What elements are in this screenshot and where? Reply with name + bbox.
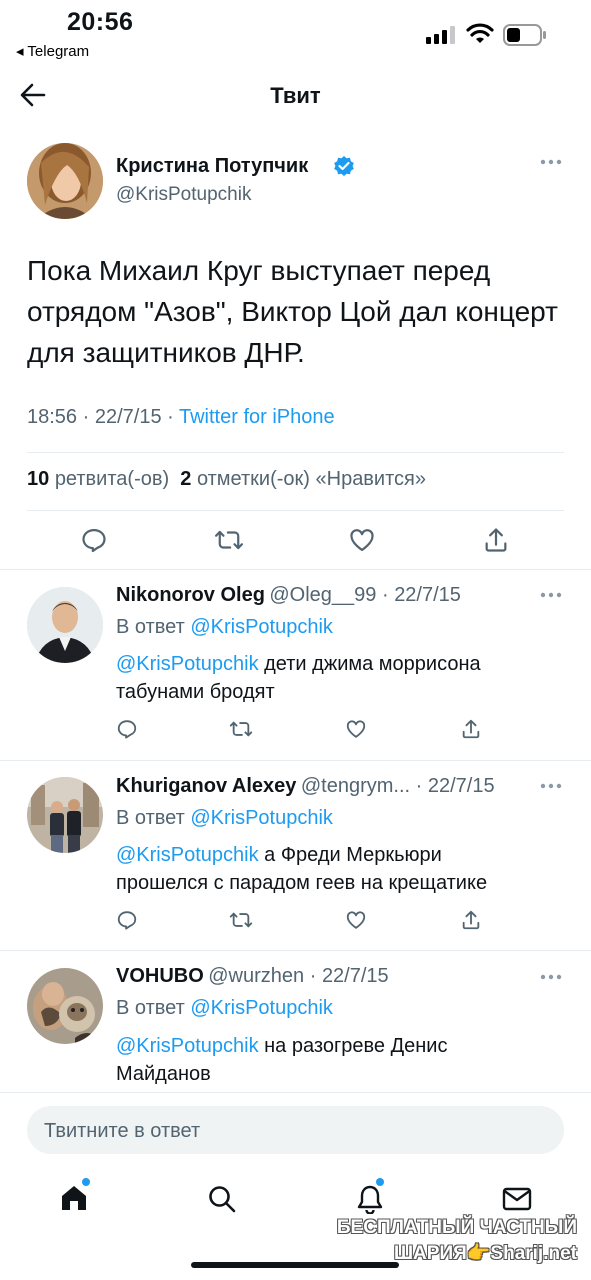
home-notification-dot — [82, 1178, 90, 1186]
reply-author-name[interactable]: VOHUBO — [116, 965, 204, 987]
reply-avatar[interactable] — [27, 587, 103, 663]
reply-author-handle[interactable]: @Oleg__99 — [269, 584, 376, 606]
author-avatar[interactable] — [27, 143, 103, 219]
reply-icon[interactable] — [80, 526, 108, 554]
divider — [0, 569, 591, 570]
likes-stat[interactable]: 2 отметки(-ок) «Нравится» — [180, 468, 426, 490]
watermark-logo: БЕСПЛАТНЫЙ ЧАСТНЫЙ ШАРИЯ👉Sharij.net — [337, 1215, 577, 1267]
retweet-icon[interactable] — [214, 526, 244, 554]
reply-icon[interactable] — [116, 909, 138, 931]
reply-avatar[interactable] — [27, 968, 103, 1044]
tweet-source[interactable]: Twitter for iPhone — [179, 406, 335, 428]
search-icon[interactable] — [207, 1184, 237, 1214]
reply-to-line: В ответ @KrisPotupchik — [116, 997, 333, 1020]
status-time: 20:56 — [67, 8, 134, 36]
reply-compose-placeholder: Твитните в ответ — [44, 1120, 201, 1142]
heart-icon[interactable] — [345, 718, 367, 740]
retweet-icon[interactable] — [229, 718, 253, 740]
more-dots-icon[interactable] — [540, 782, 562, 790]
reply-to-link[interactable]: @KrisPotupchik — [190, 807, 333, 829]
likes-label: отметки(-ок) «Нравится» — [196, 468, 426, 490]
reply-date: 22/7/15 — [321, 965, 389, 987]
more-dots-icon[interactable] — [540, 158, 562, 166]
reply-to-line: В ответ @KrisPotupchik — [116, 616, 333, 639]
retweet-icon[interactable] — [229, 909, 253, 931]
reply-date: 22/7/15 — [427, 775, 495, 797]
reply-header: Khuriganov Alexey @tengrym... · 22/7/15 — [116, 775, 495, 797]
reply-mention[interactable]: @KrisPotupchik — [116, 844, 259, 866]
battery-icon — [503, 24, 547, 46]
reply-date: 22/7/15 — [394, 584, 461, 606]
reply-header: Nikonorov Oleg @Oleg__99 · 22/7/15 — [116, 584, 461, 606]
watermark-line1: БЕСПЛАТНЫЙ ЧАСТНЫЙ — [336, 1217, 577, 1238]
tweet-text: Пока Михаил Круг выступает перед отрядом… — [27, 255, 558, 368]
reply-to-prefix: В ответ — [116, 997, 185, 1019]
reply-text: @KrisPotupchik а Фреди Меркьюри прошелся… — [116, 841, 536, 897]
home-icon[interactable] — [59, 1184, 89, 1212]
reply-mention[interactable]: @KrisPotupchik — [116, 1035, 259, 1057]
retweets-label: ретвита(-ов) — [54, 468, 170, 490]
reply-to-line: В ответ @KrisPotupchik — [116, 807, 333, 830]
bell-icon[interactable] — [356, 1184, 384, 1214]
reply-text: @KrisPotupchik на разогреве Денис Майдан… — [116, 1032, 496, 1088]
reply-to-link[interactable]: @KrisPotupchik — [190, 997, 333, 1019]
retweets-count: 10 — [27, 468, 50, 490]
tweet-date: 22/7/15 — [94, 406, 162, 428]
divider — [0, 950, 591, 951]
reply-avatar[interactable] — [27, 777, 103, 853]
share-icon[interactable] — [482, 526, 510, 554]
divider — [0, 760, 591, 761]
reply-author-name[interactable]: Khuriganov Alexey — [116, 775, 296, 797]
mail-icon[interactable] — [502, 1187, 532, 1211]
reply-header: VOHUBO @wurzhen · 22/7/15 — [116, 965, 389, 987]
reply-icon[interactable] — [116, 718, 138, 740]
tweet-stats: 10 ретвита(-ов) 2 отметки(-ок) «Нравится… — [27, 468, 426, 491]
reply-to-prefix: В ответ — [116, 616, 185, 638]
reply-mention[interactable]: @KrisPotupchik — [116, 653, 259, 675]
divider — [27, 510, 564, 511]
heart-icon[interactable] — [348, 526, 376, 554]
share-icon[interactable] — [460, 718, 482, 740]
author-handle[interactable]: @KrisPotupchik — [116, 184, 251, 206]
notifications-dot — [376, 1178, 384, 1186]
more-dots-icon[interactable] — [540, 973, 562, 981]
author-name[interactable]: Кристина Потупчик — [116, 155, 308, 178]
heart-icon[interactable] — [345, 909, 367, 931]
tweet-time: 18:56 — [27, 406, 78, 428]
tweet-meta: 18:56 · 22/7/15 · Twitter for iPhone — [27, 406, 335, 428]
divider — [0, 1092, 591, 1093]
divider — [27, 452, 564, 453]
reply-to-link[interactable]: @KrisPotupchik — [190, 616, 333, 638]
home-indicator[interactable] — [191, 1262, 399, 1268]
verified-badge-icon — [333, 155, 355, 177]
reply-author-handle[interactable]: @tengrym... — [301, 775, 410, 797]
share-icon[interactable] — [460, 909, 482, 931]
signal-icon — [426, 26, 456, 44]
likes-count: 2 — [180, 468, 192, 490]
more-dots-icon[interactable] — [540, 591, 562, 599]
reply-author-handle[interactable]: @wurzhen — [208, 965, 304, 987]
reply-to-prefix: В ответ — [116, 807, 185, 829]
retweets-stat[interactable]: 10 ретвита(-ов) — [27, 468, 169, 490]
reply-author-name[interactable]: Nikonorov Oleg — [116, 584, 265, 606]
page-title: Твит — [270, 83, 321, 108]
reply-text: @KrisPotupchik дети джима моррисона табу… — [116, 650, 536, 706]
wifi-icon — [466, 23, 494, 45]
back-to-telegram-link[interactable]: ◂ Telegram — [16, 42, 89, 60]
